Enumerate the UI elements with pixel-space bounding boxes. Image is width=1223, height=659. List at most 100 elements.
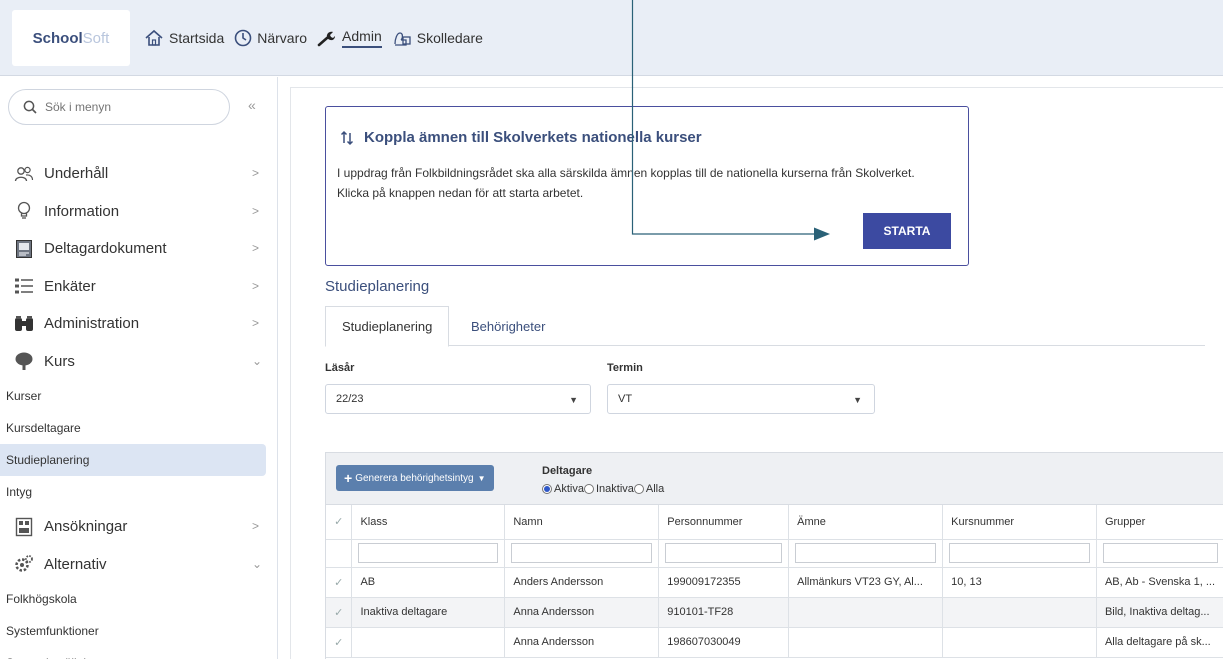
tab-bar: Studieplanering Behörigheter (325, 306, 1205, 347)
cell-amne (788, 627, 944, 658)
termin-select[interactable]: VT ▼ (607, 384, 875, 414)
table-header-row: ✓ Klass Namn Personnummer Ämne Kursnumme… (326, 505, 1223, 540)
radio-inaktiva[interactable]: Inaktiva (583, 483, 634, 495)
sidebar-item-ansokningar[interactable]: Ansökningar > (0, 508, 270, 546)
sidebar-item-information[interactable]: Information > (0, 193, 270, 231)
cell-kursnummer: 10, 13 (942, 567, 1097, 598)
table-row[interactable]: ✓ Inaktiva deltagare Anna Andersson 9101… (326, 597, 1223, 628)
lasar-value: 22/23 (336, 393, 364, 405)
search-icon (23, 100, 37, 114)
column-header-personnummer[interactable]: Personnummer (658, 505, 790, 540)
banner-title-text: Koppla ämnen till Skolverkets nationella… (364, 129, 702, 146)
chevron-down-icon: ⌄ (252, 353, 263, 368)
sidebar-item-label: Administration (44, 315, 140, 333)
cell-namn: Anders Andersson (504, 567, 660, 598)
row-checkbox[interactable]: ✓ (326, 597, 353, 628)
filter-klass-input[interactable] (358, 543, 499, 563)
home-icon (145, 29, 163, 46)
sidebar-item-kurs[interactable]: Kurs ⌄ (0, 343, 270, 381)
row-checkbox[interactable]: ✓ (326, 567, 353, 598)
column-header-kursnummer[interactable]: Kursnummer (942, 505, 1097, 540)
radio-label: Aktiva (554, 483, 584, 495)
caret-down-icon: ▼ (477, 473, 486, 483)
radio-alla[interactable]: Alla (633, 483, 665, 495)
nav-narvaro[interactable]: Närvaro (234, 29, 307, 47)
info-banner: Koppla ämnen till Skolverkets nationella… (325, 106, 969, 266)
sidebar-item-alternativ[interactable]: Alternativ ⌄ (0, 546, 270, 584)
sidebar-subitem-studieplanering[interactable]: Studieplanering (0, 444, 266, 476)
sidebar-item-underhall[interactable]: Underhåll > (0, 155, 270, 193)
radio-label: Alla (645, 483, 665, 495)
filter-cell (1096, 539, 1223, 568)
main-content: Koppla ämnen till Skolverkets nationella… (290, 87, 1223, 659)
menu-search[interactable] (8, 89, 230, 125)
studieplanering-grid: + Generera behörighetsintyg ▼ Deltagare … (325, 452, 1223, 659)
filter-kursnummer-input[interactable] (949, 543, 1090, 563)
sidebar-item-label: Deltagardokument (44, 240, 167, 258)
sidebar-item-enkater[interactable]: Enkäter > (0, 268, 270, 306)
nav-startsida-label: Startsida (169, 30, 225, 46)
column-header-namn[interactable]: Namn (504, 505, 660, 540)
filter-namn-input[interactable] (511, 543, 653, 563)
nav-admin[interactable]: Admin (317, 28, 382, 48)
bulb-icon (14, 201, 34, 221)
radio-label: Inaktiva (595, 483, 634, 495)
logo-text-school: School (32, 29, 83, 47)
collapse-sidebar-button[interactable]: « (248, 97, 256, 113)
top-nav: Startsida Närvaro Admin Skolledare (144, 28, 493, 48)
sidebar: « Underhåll > Information > Deltagardoku… (0, 77, 278, 659)
chevron-down-icon: ⌄ (252, 556, 263, 571)
column-header-klass[interactable]: Klass (351, 505, 506, 540)
radio-aktiva[interactable]: Aktiva (542, 483, 584, 495)
tree-icon (14, 351, 34, 371)
filter-cell (351, 539, 506, 568)
column-header-amne[interactable]: Ämne (788, 505, 944, 540)
cell-grupper: Alla deltagare på sk... (1096, 627, 1223, 658)
filter-cell (788, 539, 944, 568)
select-all-checkbox[interactable]: ✓ (326, 505, 353, 540)
binoculars-icon (14, 314, 34, 334)
radio-button[interactable] (583, 484, 594, 494)
radio-button[interactable] (633, 484, 644, 494)
sidebar-subitem-intyg[interactable]: Intyg (0, 476, 270, 508)
list-icon (14, 276, 34, 296)
filter-amne-input[interactable] (795, 543, 937, 563)
row-checkbox[interactable]: ✓ (326, 627, 353, 658)
nav-skolledare[interactable]: Skolledare (392, 29, 483, 47)
sidebar-subitem-systeminstallningar[interactable]: Systeminställningar (0, 647, 270, 659)
generate-certificate-button[interactable]: + Generera behörighetsintyg ▼ (336, 465, 494, 491)
cell-klass: Inaktiva deltagare (351, 597, 506, 628)
sidebar-item-administration[interactable]: Administration > (0, 305, 270, 343)
nav-admin-label: Admin (342, 28, 382, 48)
nav-skolledare-label: Skolledare (416, 30, 483, 46)
sidebar-subitem-kursdeltagare[interactable]: Kursdeltagare (0, 412, 270, 444)
table-row[interactable]: ✓ Anna Andersson 198607030049 Alla delta… (326, 627, 1223, 658)
lasar-label: Läsår (325, 362, 355, 374)
filter-personnummer-input[interactable] (665, 543, 783, 563)
sidebar-subitem-kurser[interactable]: Kurser (0, 380, 270, 412)
sidebar-subitem-folkhogskola[interactable]: Folkhögskola (0, 583, 270, 615)
data-table: ✓ Klass Namn Personnummer Ämne Kursnumme… (326, 505, 1223, 658)
cell-personnummer: 198607030049 (658, 627, 790, 658)
lasar-select[interactable]: 22/23 ▼ (325, 384, 591, 414)
column-header-grupper[interactable]: Grupper (1096, 505, 1223, 540)
sidebar-subitem-systemfunktioner[interactable]: Systemfunktioner (0, 615, 270, 647)
radio-button[interactable] (542, 484, 552, 494)
search-input[interactable] (45, 100, 205, 114)
tab-behorigheter[interactable]: Behörigheter (455, 306, 561, 347)
form-icon (14, 517, 34, 537)
sidebar-item-deltagardokument[interactable]: Deltagardokument > (0, 230, 270, 268)
table-row[interactable]: ✓ AB Anders Andersson 199009172355 Allmä… (326, 567, 1223, 598)
schoolsoft-logo[interactable]: School Soft (12, 10, 130, 66)
chevron-right-icon: > (252, 203, 260, 218)
filter-cell (504, 539, 660, 568)
cell-grupper: Bild, Inaktiva deltag... (1096, 597, 1223, 628)
termin-label: Termin (607, 362, 643, 374)
caret-down-icon: ▼ (569, 395, 578, 405)
nav-startsida[interactable]: Startsida (144, 29, 224, 47)
starta-button[interactable]: STARTA (863, 213, 951, 249)
filter-grupper-input[interactable] (1102, 543, 1218, 563)
tab-studieplanering[interactable]: Studieplanering (325, 306, 450, 347)
cell-personnummer: 199009172355 (658, 567, 790, 598)
cell-klass: AB (351, 567, 506, 598)
